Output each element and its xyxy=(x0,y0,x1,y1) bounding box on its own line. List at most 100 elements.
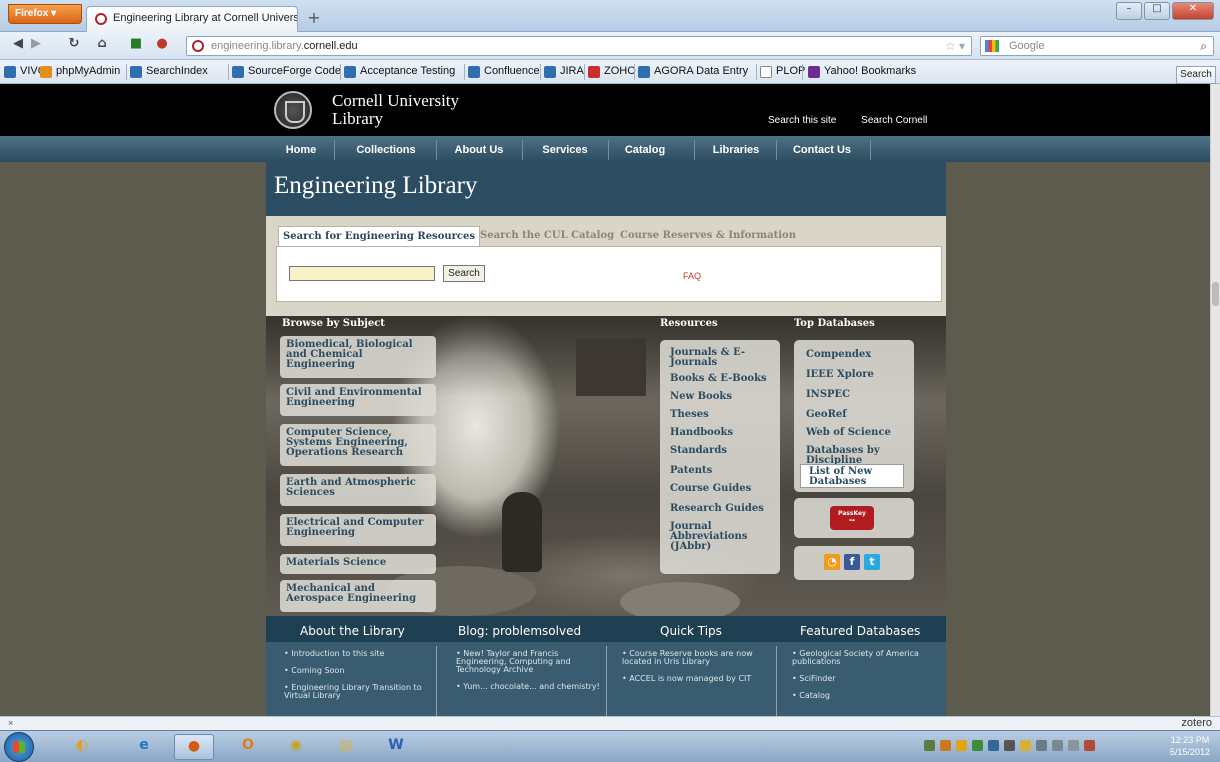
vertical-scrollbar[interactable] xyxy=(1210,84,1220,716)
nav-contact-us[interactable]: Contact Us xyxy=(782,136,862,162)
tray-icon[interactable] xyxy=(1084,740,1095,751)
outlook-icon[interactable]: O xyxy=(228,734,268,760)
bookmark-jira[interactable]: JIRA xyxy=(544,65,584,78)
db-by-discipline[interactable]: Databases by Discipline xyxy=(806,446,896,466)
system-clock[interactable]: 12:23 PM 5/15/2012 xyxy=(1170,734,1210,758)
facebook-icon[interactable]: f xyxy=(844,554,860,570)
resource-patents[interactable]: Patents xyxy=(670,466,712,476)
resource-research-guides[interactable]: Research Guides xyxy=(670,504,764,514)
about-coming-soon-link[interactable]: • Coming Soon xyxy=(284,667,434,675)
bookmark-star-icon[interactable]: ☆ ▾ xyxy=(945,39,965,53)
bookmark-sourceforge[interactable]: SourceForge Code xyxy=(232,65,341,78)
resource-standards[interactable]: Standards xyxy=(670,446,727,456)
volume-icon[interactable] xyxy=(1068,740,1079,751)
rss-icon[interactable]: ◔ xyxy=(824,554,840,570)
firefox-icon[interactable]: ● xyxy=(174,734,214,760)
featured-db-link[interactable]: • Geological Society of America publicat… xyxy=(792,650,942,666)
search-button[interactable]: Search xyxy=(443,265,485,282)
tab-cul-catalog[interactable]: Search the CUL Catalog xyxy=(476,226,618,246)
featured-db-link[interactable]: • Catalog xyxy=(792,692,942,700)
subject-civil[interactable]: Civil and Environmental Engineering xyxy=(280,384,436,416)
about-intro-link[interactable]: • Introduction to this site xyxy=(284,650,434,658)
minimize-button[interactable]: – xyxy=(1116,2,1142,20)
tray-icon[interactable] xyxy=(988,740,999,751)
twitter-icon[interactable]: t xyxy=(864,554,880,570)
resource-journals[interactable]: Journals & E-Journals xyxy=(670,348,750,368)
db-georef[interactable]: GeoRef xyxy=(806,410,847,420)
subject-computer-science[interactable]: Computer Science, Systems Engineering, O… xyxy=(280,424,436,466)
scrollbar-thumb[interactable] xyxy=(1212,282,1219,306)
tray-icon[interactable] xyxy=(972,740,983,751)
addon-icon-2[interactable]: ● xyxy=(152,36,172,56)
bookmark-phpmyadmin[interactable]: phpMyAdmin xyxy=(40,65,120,78)
db-web-of-science[interactable]: Web of Science xyxy=(806,428,891,438)
browser-tab[interactable]: Engineering Library at Cornell Universit… xyxy=(86,6,298,32)
home-icon[interactable]: ⌂ xyxy=(92,36,112,56)
bookmark-agora[interactable]: AGORA Data Entry xyxy=(638,65,748,78)
nav-home[interactable]: Home xyxy=(276,136,326,162)
site-logo-text[interactable]: Cornell University Library xyxy=(332,92,459,128)
tray-icon[interactable] xyxy=(924,740,935,751)
search-icon[interactable]: ⌕ xyxy=(1200,39,1207,54)
tray-icon[interactable] xyxy=(1020,740,1031,751)
bookmark-yahoo[interactable]: Yahoo! Bookmarks xyxy=(808,65,916,78)
start-button[interactable] xyxy=(4,732,34,762)
bookmark-plop[interactable]: PLOP xyxy=(760,65,805,78)
about-transition-link[interactable]: • Engineering Library Transition to Virt… xyxy=(284,684,434,700)
bookmark-searchindex[interactable]: SearchIndex xyxy=(130,65,208,78)
zotero-button[interactable]: zotero xyxy=(1181,717,1212,729)
nav-collections[interactable]: Collections xyxy=(342,136,430,162)
tray-icon[interactable] xyxy=(940,740,951,751)
blog-post-link[interactable]: • Yum... chocolate... and chemistry! xyxy=(456,683,606,691)
subject-earth-atmospheric[interactable]: Earth and Atmospheric Sciences xyxy=(280,474,436,506)
subject-biomedical[interactable]: Biomedical, Biological and Chemical Engi… xyxy=(280,336,436,378)
side-search-button[interactable]: Search xyxy=(1176,66,1216,84)
search-engine-box[interactable]: Google ⌕ xyxy=(980,36,1214,56)
db-inspec[interactable]: INSPEC xyxy=(806,390,850,400)
address-bar[interactable]: engineering.library.cornell.edu ☆ ▾ xyxy=(186,36,972,56)
resource-theses[interactable]: Theses xyxy=(670,410,709,420)
new-tab-button[interactable]: + xyxy=(304,8,324,28)
cornell-seal-icon[interactable] xyxy=(274,91,312,129)
featured-db-link[interactable]: • SciFinder xyxy=(792,675,942,683)
network-icon[interactable] xyxy=(1052,740,1063,751)
resource-books[interactable]: Books & E-Books xyxy=(670,374,767,384)
resource-new-books[interactable]: New Books xyxy=(670,392,732,402)
folder-icon[interactable]: ▤ xyxy=(326,734,366,760)
addon-icon[interactable]: ■ xyxy=(126,36,146,56)
resource-journal-abbreviations[interactable]: Journal Abbreviations (JAbbr) xyxy=(670,522,754,552)
bookmark-confluence[interactable]: Confluence xyxy=(468,65,540,78)
clock-app-icon[interactable]: ◐ xyxy=(62,734,102,760)
app-icon[interactable]: ◉ xyxy=(276,734,316,760)
close-addon-bar-icon[interactable]: × xyxy=(8,718,13,728)
subject-materials[interactable]: Materials Science xyxy=(280,554,436,574)
db-compendex[interactable]: Compendex xyxy=(806,350,871,360)
search-cornell-link[interactable]: Search Cornell xyxy=(861,115,927,126)
db-ieee-xplore[interactable]: IEEE Xplore xyxy=(806,370,874,380)
tip-item[interactable]: • Course Reserve books are now located i… xyxy=(622,650,772,666)
bookmark-zoho[interactable]: ZOHO xyxy=(588,65,636,78)
forward-icon[interactable]: ▶ xyxy=(26,36,46,56)
flag-icon[interactable] xyxy=(1036,740,1047,751)
subject-electrical[interactable]: Electrical and Computer Engineering xyxy=(280,514,436,546)
nav-catalog[interactable]: Catalog xyxy=(614,136,676,162)
passkey-button[interactable]: PassKey ⊶ xyxy=(830,506,874,530)
nav-services[interactable]: Services xyxy=(528,136,602,162)
tab-engineering-resources[interactable]: Search for Engineering Resources xyxy=(278,226,480,246)
bookmark-acceptance-testing[interactable]: Acceptance Testing xyxy=(344,65,455,78)
blog-heading[interactable]: Blog: problemsolved xyxy=(458,624,581,638)
subject-mechanical[interactable]: Mechanical and Aerospace Engineering xyxy=(280,580,436,612)
resource-course-guides[interactable]: Course Guides xyxy=(670,484,751,494)
search-input[interactable] xyxy=(289,266,435,281)
resource-handbooks[interactable]: Handbooks xyxy=(670,428,733,438)
back-icon[interactable]: ◀ xyxy=(8,36,28,56)
internet-explorer-icon[interactable]: e xyxy=(124,734,164,760)
reload-icon[interactable]: ↻ xyxy=(64,36,84,56)
faq-link[interactable]: FAQ xyxy=(683,271,701,281)
about-library-heading[interactable]: About the Library xyxy=(300,624,405,638)
firefox-menu-button[interactable]: Firefox ▾ xyxy=(8,4,82,24)
search-this-site-link[interactable]: Search this site xyxy=(768,115,836,126)
tray-icon[interactable] xyxy=(1004,740,1015,751)
tip-item[interactable]: • ACCEL is now managed by CIT xyxy=(622,675,772,683)
nav-libraries[interactable]: Libraries xyxy=(702,136,770,162)
